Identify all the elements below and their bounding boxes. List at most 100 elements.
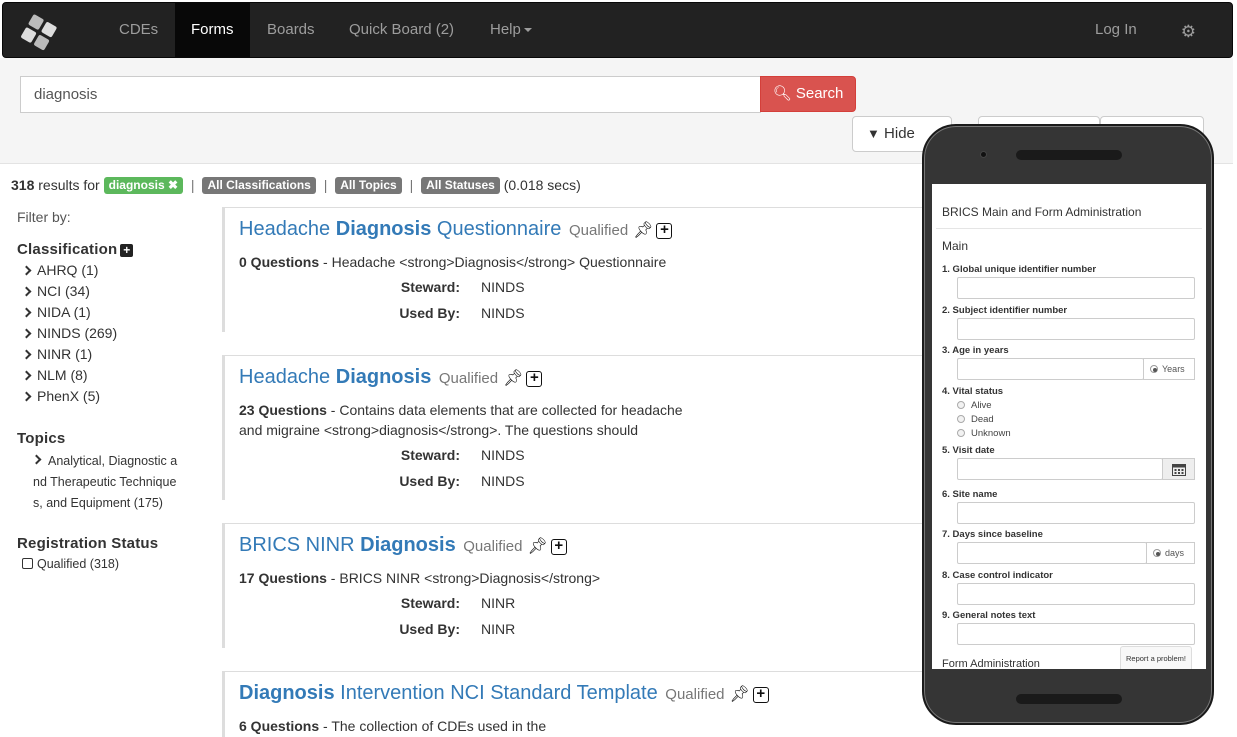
section-form-administration: Form Administration — [942, 658, 1040, 669]
title-highlight: Diagnosis — [335, 218, 432, 240]
nav-cdes[interactable]: CDEs — [103, 3, 174, 57]
visit-date-input[interactable] — [957, 458, 1163, 480]
topic-item[interactable]: Analytical, Diagnostic a nd Therapeutic … — [33, 451, 189, 514]
chevron-right-icon — [21, 265, 32, 276]
gear-icon[interactable]: ⚙ — [1181, 22, 1196, 42]
classification-item-nida[interactable]: NIDA (1) — [21, 302, 117, 323]
chevron-right-icon — [21, 307, 32, 318]
question-label: 4. Vital status — [942, 386, 1004, 397]
steward-label: Steward: — [400, 279, 460, 295]
all-statuses-badge[interactable]: All Statuses — [421, 177, 500, 194]
report-problem-button[interactable]: Report a problem! — [1120, 646, 1192, 669]
vital-option-dead[interactable]: Dead — [957, 414, 994, 425]
title-text: Headache — [239, 218, 336, 240]
classification-item-ahrq[interactable]: AHRQ (1) — [21, 260, 117, 281]
status-qualified-label: Qualified (318) — [37, 557, 119, 571]
classification-item-nlm[interactable]: NLM (8) — [21, 365, 117, 386]
notes-input[interactable] — [957, 623, 1195, 645]
age-input[interactable] — [957, 358, 1144, 380]
result-title[interactable]: Headache Diagnosis Questionnaire Qualifi… — [239, 218, 673, 241]
phone-home-bar — [1016, 694, 1122, 704]
nav-boards[interactable]: Boards — [251, 3, 331, 57]
site-name-input[interactable] — [957, 502, 1195, 524]
days-unit[interactable]: days — [1146, 542, 1195, 564]
radio-icon[interactable] — [957, 415, 965, 423]
remove-tag-icon[interactable]: ✖ — [168, 178, 178, 192]
title-highlight: Diagnosis — [360, 534, 456, 556]
status-qualified-option[interactable]: Qualified (318) — [22, 557, 119, 571]
divider — [936, 228, 1202, 229]
result-description: 23 Questions - Contains data elements th… — [239, 400, 709, 440]
days-since-input[interactable] — [957, 542, 1147, 564]
classification-label: PhenX (5) — [37, 388, 101, 404]
search-button[interactable]: 🔍︎ Search — [760, 76, 856, 112]
status-badge: Qualified — [438, 370, 499, 387]
search-time: (0.018 secs) — [503, 177, 581, 193]
nav-quick-board[interactable]: Quick Board (2) — [333, 3, 470, 57]
question-count: 6 Questions — [239, 718, 320, 734]
classification-heading-label: Classification — [17, 241, 118, 258]
steward-label: Steward: — [400, 595, 460, 611]
vital-option-unknown[interactable]: Unknown — [957, 428, 1011, 439]
classification-label: AHRQ (1) — [37, 262, 99, 278]
result-card: Diagnosis Intervention NCI Standard Temp… — [222, 671, 922, 737]
steward-value: NINR — [481, 595, 516, 611]
result-title[interactable]: Headache Diagnosis Qualified 📌︎ + — [239, 366, 543, 389]
pin-icon[interactable]: 📌︎ — [503, 368, 523, 388]
nav-forms[interactable]: Forms — [175, 3, 250, 57]
vital-option-alive[interactable]: Alive — [957, 400, 992, 411]
case-control-input[interactable] — [957, 583, 1195, 605]
search-term-tag[interactable]: diagnosis ✖ — [103, 177, 184, 194]
classification-item-ninds[interactable]: NINDS (269) — [21, 323, 117, 344]
pin-icon[interactable]: 📌︎ — [730, 684, 750, 704]
status-badge: Qualified — [665, 686, 725, 703]
title-text: Headache — [239, 366, 336, 388]
used-by-label: Used By: — [399, 621, 460, 637]
registration-status-heading: Registration Status — [17, 535, 159, 552]
add-to-board-icon[interactable]: + — [752, 686, 769, 703]
nav-help-label: Help — [490, 21, 521, 38]
separator: | — [409, 177, 414, 193]
used-by-value: NINDS — [481, 305, 525, 321]
add-to-board-icon[interactable]: + — [526, 370, 543, 387]
filter-icon: ▼ — [867, 126, 880, 141]
used-by-label: Used By: — [399, 473, 460, 489]
phone-preview: BRICS Main and Form Administration Main … — [922, 124, 1214, 725]
add-to-board-icon[interactable]: + — [550, 538, 567, 555]
search-input[interactable] — [20, 76, 761, 113]
guid-input[interactable] — [957, 277, 1195, 299]
question-count: 23 Questions — [239, 402, 327, 418]
question-label: 1. Global unique identifier number — [942, 264, 1097, 275]
all-topics-badge[interactable]: All Topics — [335, 177, 402, 194]
calendar-button[interactable] — [1162, 458, 1195, 480]
app-logo-icon[interactable] — [17, 11, 61, 55]
search-button-label: Search — [795, 85, 844, 102]
nav-login[interactable]: Log In — [1079, 3, 1153, 57]
question-label: 9. General notes text — [942, 610, 1036, 621]
subject-id-input[interactable] — [957, 318, 1195, 340]
classification-label: NIDA (1) — [37, 304, 91, 320]
chevron-right-icon — [21, 286, 32, 297]
pin-icon[interactable]: 📌︎ — [633, 220, 653, 240]
add-to-board-icon[interactable]: + — [656, 222, 673, 239]
result-title[interactable]: Diagnosis Intervention NCI Standard Temp… — [239, 682, 769, 705]
description-text: - Headache <strong>Diagnosis</strong> Qu… — [319, 254, 667, 270]
all-classifications-badge[interactable]: All Classifications — [202, 177, 316, 194]
chevron-right-icon — [21, 349, 32, 360]
chevron-right-icon — [21, 391, 32, 402]
classification-item-ninr[interactable]: NINR (1) — [21, 344, 117, 365]
top-navbar: CDEs Forms Boards Quick Board (2) Help L… — [2, 2, 1233, 58]
nav-help[interactable]: Help — [474, 3, 548, 57]
result-title[interactable]: BRICS NINR Diagnosis Qualified 📌︎ + — [239, 534, 567, 557]
title-text: Questionnaire — [431, 218, 562, 240]
age-unit[interactable]: Years — [1143, 358, 1195, 380]
expand-plus-icon[interactable]: + — [120, 244, 134, 257]
classification-item-nci[interactable]: NCI (34) — [21, 281, 117, 302]
radio-icon[interactable] — [957, 401, 965, 409]
checkbox-icon[interactable] — [22, 558, 33, 569]
radio-icon[interactable] — [957, 429, 965, 437]
title-highlight: Diagnosis — [239, 682, 335, 704]
title-highlight: Diagnosis — [335, 366, 432, 388]
pin-icon[interactable]: 📌︎ — [527, 536, 547, 556]
classification-item-phenx[interactable]: PhenX (5) — [21, 386, 117, 407]
